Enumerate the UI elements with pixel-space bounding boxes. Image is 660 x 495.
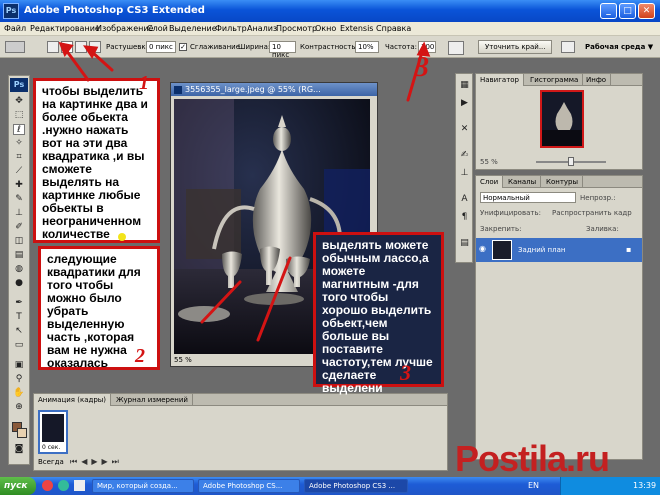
- watermark-text: Postila.ru: [455, 438, 610, 479]
- arrow-to-subtract-selection: [90, 50, 114, 72]
- annotation-arrows: [58, 41, 431, 342]
- quicklaunch-icon[interactable]: [74, 480, 85, 491]
- browser-icon[interactable]: [58, 480, 69, 491]
- arrow-to-frequency: [406, 50, 424, 102]
- cursor-highlight: [118, 233, 126, 241]
- clock[interactable]: 13:39: [633, 481, 656, 490]
- taskbar: пуск Мир, который созда... Adobe Photosh…: [0, 477, 660, 495]
- taskbar-item-browser[interactable]: Мир, который созда...: [92, 479, 194, 493]
- arrow-to-cup: [200, 280, 242, 324]
- start-button[interactable]: пуск: [0, 477, 36, 495]
- taskbar-item-photoshop-1[interactable]: Adobe Photoshop CS...: [198, 479, 300, 493]
- arrow-to-lasso-object: [256, 256, 292, 342]
- language-indicator[interactable]: EN: [528, 481, 539, 490]
- arrow-head-3: [416, 41, 431, 57]
- opera-icon[interactable]: [42, 480, 53, 491]
- taskbar-item-photoshop-2[interactable]: Adobe Photoshop CS3 ...: [304, 479, 408, 493]
- system-tray: 13:39: [560, 477, 660, 495]
- arrow-to-add-selection: [64, 48, 90, 82]
